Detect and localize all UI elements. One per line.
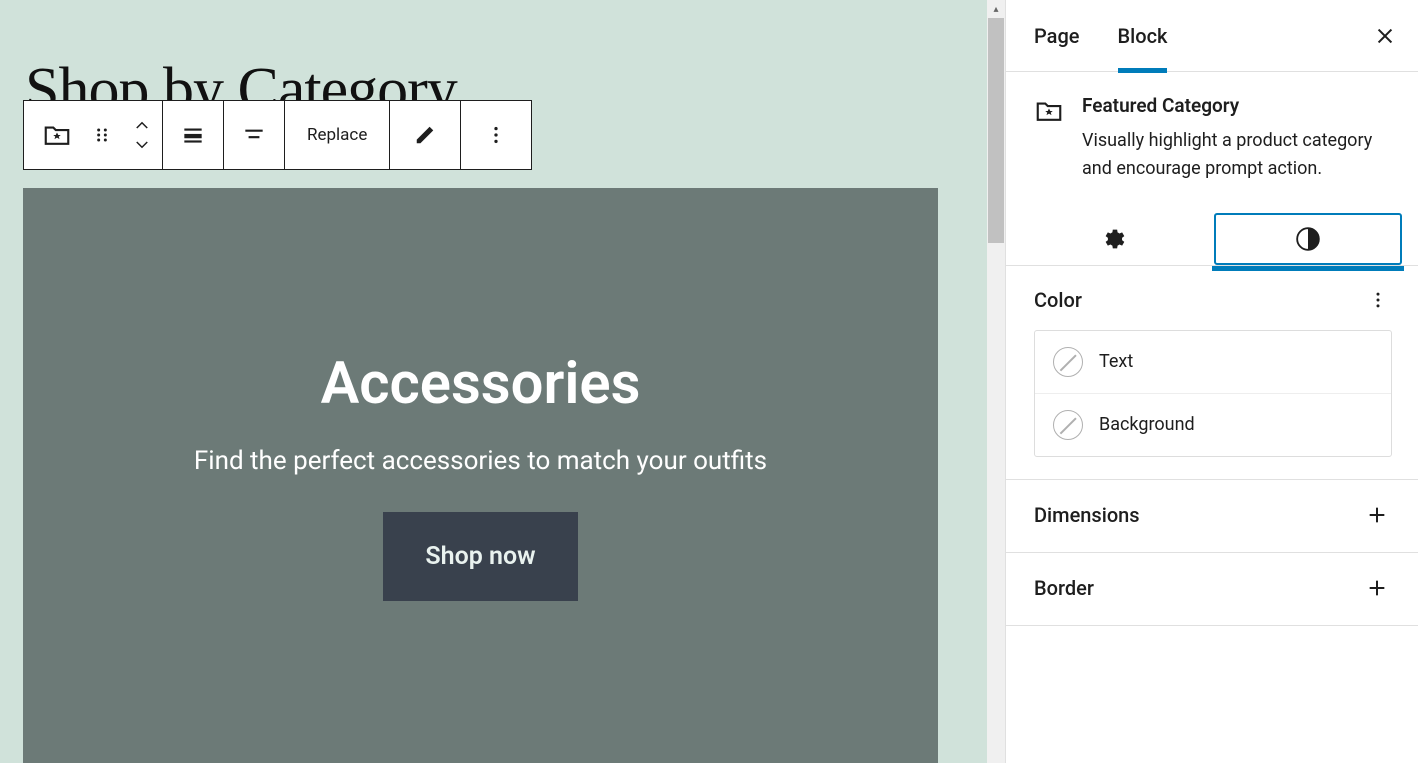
align-button[interactable] — [163, 101, 223, 169]
block-card: Featured Category Visually highlight a p… — [1006, 72, 1418, 207]
more-options-button[interactable] — [461, 101, 531, 169]
more-vertical-icon — [485, 124, 507, 146]
editor-canvas[interactable]: Shop by Category — [0, 0, 1005, 763]
swatch-none-icon — [1053, 347, 1083, 377]
featured-description[interactable]: Find the perfect accessories to match yo… — [194, 446, 767, 476]
styles-icon — [1295, 226, 1321, 252]
close-icon — [1374, 25, 1396, 47]
panel-color-title: Color — [1034, 288, 1082, 312]
tab-block[interactable]: Block — [1118, 0, 1168, 72]
block-card-description: Visually highlight a product category an… — [1082, 127, 1392, 183]
block-toolbar: Replace — [23, 100, 532, 170]
block-card-title: Featured Category — [1082, 94, 1392, 117]
inspector-tabs — [1006, 207, 1418, 266]
panel-dimensions[interactable]: Dimensions — [1006, 480, 1418, 553]
move-down-button[interactable] — [122, 135, 162, 155]
sidebar-tabs: Page Block — [1006, 0, 1418, 72]
scrollbar-arrow-up-icon[interactable]: ▴ — [987, 0, 1005, 18]
color-text-label: Text — [1099, 351, 1133, 372]
panel-dimensions-add[interactable] — [1362, 500, 1392, 530]
panel-color: Color Text Background — [1006, 266, 1418, 480]
swatch-none-icon — [1053, 410, 1083, 440]
chevron-down-icon — [133, 139, 151, 151]
panel-color-options[interactable] — [1364, 286, 1392, 314]
color-background-row[interactable]: Background — [1035, 393, 1391, 456]
panel-border[interactable]: Border — [1006, 553, 1418, 626]
panel-border-title: Border — [1034, 576, 1094, 600]
tab-page[interactable]: Page — [1034, 0, 1080, 72]
block-type-button[interactable] — [24, 101, 82, 169]
replace-button[interactable]: Replace — [285, 101, 389, 169]
canvas-scrollbar[interactable]: ▴ — [987, 0, 1005, 763]
move-up-button[interactable] — [122, 115, 162, 135]
panel-dimensions-title: Dimensions — [1034, 503, 1140, 527]
vertical-align-center-icon — [241, 122, 267, 148]
more-vertical-icon — [1368, 290, 1388, 310]
chevron-up-icon — [133, 119, 151, 131]
close-sidebar-button[interactable] — [1374, 25, 1396, 47]
vertical-align-button[interactable] — [224, 101, 284, 169]
tab-styles[interactable] — [1214, 213, 1402, 265]
shop-now-button[interactable]: Shop now — [383, 512, 577, 601]
drag-handle[interactable] — [82, 101, 122, 169]
pencil-icon — [414, 124, 436, 146]
color-background-label: Background — [1099, 414, 1195, 435]
drag-icon — [92, 125, 112, 145]
plus-icon — [1366, 577, 1388, 599]
featured-category-icon — [1034, 96, 1064, 126]
align-full-icon — [180, 122, 206, 148]
plus-icon — [1366, 504, 1388, 526]
featured-category-icon — [42, 120, 72, 150]
panel-border-add[interactable] — [1362, 573, 1392, 603]
settings-sidebar: Page Block Featured Category Visually hi… — [1005, 0, 1418, 763]
featured-title[interactable]: Accessories — [321, 350, 641, 418]
edit-button[interactable] — [390, 101, 460, 169]
featured-category-block[interactable]: Accessories Find the perfect accessories… — [23, 188, 938, 763]
tab-settings[interactable] — [1022, 213, 1206, 265]
color-text-row[interactable]: Text — [1035, 331, 1391, 393]
scrollbar-thumb[interactable] — [988, 18, 1004, 243]
gear-icon — [1101, 226, 1127, 252]
